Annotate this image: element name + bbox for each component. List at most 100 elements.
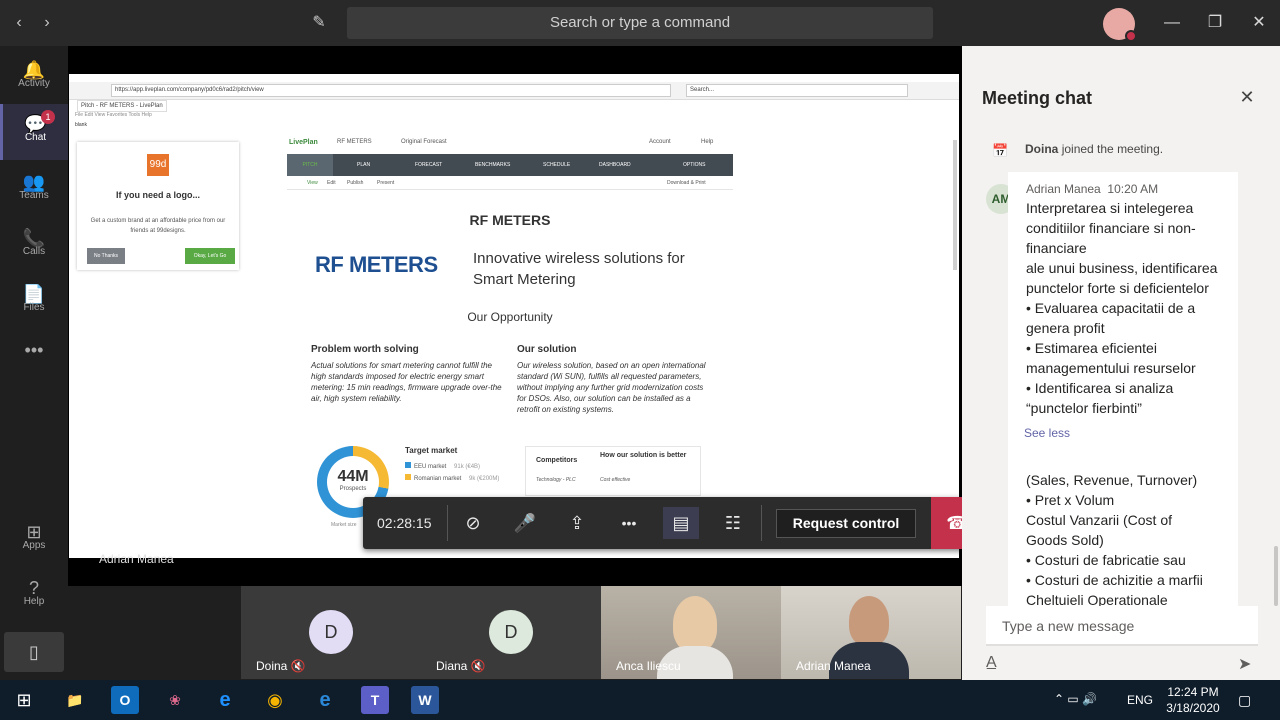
chat-scrollbar[interactable] xyxy=(1274,546,1278,606)
language-indicator[interactable]: ENG xyxy=(1127,693,1153,707)
rail-label: Calls xyxy=(22,246,46,257)
solution-text: Our wireless solution, based on an open … xyxy=(517,361,706,414)
target-item-label: EEU market xyxy=(414,464,447,470)
message-line: • Estimarea eficientei xyxy=(1026,340,1157,356)
rail-item-teams[interactable]: 👥 Teams xyxy=(0,162,68,218)
message-line: • Evaluarea capacitatii de a xyxy=(1026,300,1196,316)
message-line: Cheltuieli Operationale xyxy=(1026,592,1168,606)
back-icon[interactable]: ‹ xyxy=(8,12,30,34)
competitor-cell: Technology - PLC xyxy=(536,477,576,483)
help-menu: Help xyxy=(701,139,714,145)
word-icon[interactable]: W xyxy=(411,686,439,714)
forecast-select: Original Forecast xyxy=(401,139,447,145)
camera-off-icon[interactable]: ⊘ xyxy=(455,507,491,539)
title-bar: ‹ › ✎ Search or type a command — ❐ ✕ xyxy=(0,0,1280,46)
nav-benchmarks: BENCHMARKS xyxy=(475,162,511,168)
company-name: RF METERS xyxy=(337,139,372,145)
liveplan-subnav: View Edit Publish Present Download & Pri… xyxy=(287,176,733,190)
liveplan-page: LivePlan RF METERS Original Forecast Acc… xyxy=(287,134,735,554)
account-menu: Account xyxy=(649,139,671,145)
rail-label: Chat xyxy=(24,132,47,143)
rail-item-chat[interactable]: 💬 Chat 1 xyxy=(0,104,68,160)
teams-icon[interactable]: T xyxy=(361,686,389,714)
problem-heading: Problem worth solving xyxy=(311,344,419,355)
app-icon[interactable]: ❀ xyxy=(161,686,189,714)
message-line: financiare xyxy=(1026,240,1087,256)
format-icon[interactable]: A̲ xyxy=(986,654,997,672)
file-explorer-icon[interactable]: 📁 xyxy=(61,686,89,714)
help-icon: ? xyxy=(28,578,39,598)
liveplan-nav: PITCH PLAN FORECAST BENCHMARKS SCHEDULE … xyxy=(287,154,733,176)
user-avatar[interactable] xyxy=(1103,8,1137,42)
clock[interactable]: 12:24 PM 3/18/2020 xyxy=(1162,684,1224,716)
message-time: 10:20 AM xyxy=(1107,182,1159,196)
rail-item-help[interactable]: ? Help xyxy=(0,568,68,624)
maximize-icon[interactable]: ❐ xyxy=(1203,12,1227,34)
request-control-button[interactable]: Request control xyxy=(776,509,916,538)
participant-tile[interactable]: Adrian Manea xyxy=(781,586,961,679)
participant-name: Diana 🔇 xyxy=(436,659,486,673)
rail-item-files[interactable]: 📄 Files xyxy=(0,274,68,330)
screen-share: https://app.liveplan.com/company/pd0c6/r… xyxy=(69,74,959,558)
windows-start-icon[interactable]: ⊞ xyxy=(10,686,38,714)
rail-item-activity[interactable]: 🔔 Activity xyxy=(0,50,68,106)
chat-message[interactable]: Adrian Manea 10:20 AM Interpretarea si i… xyxy=(1008,172,1238,498)
mic-muted-icon: 🔇 xyxy=(470,659,486,673)
rail-item-more[interactable]: ••• xyxy=(0,330,68,386)
see-less-link[interactable]: See less xyxy=(1024,426,1220,440)
target-item: Romanian market 9k (€200M) xyxy=(405,474,499,482)
chat-message[interactable]: (Sales, Revenue, Turnover) • Pret x Volu… xyxy=(1008,460,1238,606)
edge-icon[interactable]: e xyxy=(311,686,339,714)
subnav-view: View xyxy=(307,180,318,186)
liveplan-brand: LivePlan xyxy=(289,139,318,146)
call-controls: 02:28:15 ⊘ 🎤 ⇪ ••• ▤ ☷ Request control ☎ xyxy=(363,497,984,549)
market-caption: Market size xyxy=(331,522,357,528)
participant-tile[interactable]: Anca Iliescu xyxy=(601,586,781,679)
browser-tab: Pitch - RF METERS - LivePlan xyxy=(77,100,167,112)
message-author: Adrian Manea xyxy=(1026,182,1101,196)
more-icon: ••• xyxy=(24,340,44,360)
call-timer: 02:28:15 xyxy=(377,515,432,531)
solution-heading: Our solution xyxy=(517,344,577,355)
better-header: How our solution is better xyxy=(600,452,687,459)
participant-tile[interactable]: D Diana 🔇 xyxy=(421,586,601,679)
logo-ad: 99d If you need a logo... Get a custom b… xyxy=(77,142,239,270)
chat-toggle-icon[interactable]: ▤ xyxy=(663,507,699,539)
message-line: conditiilor financiare si non- xyxy=(1026,220,1196,236)
share-screen-icon[interactable]: ⇪ xyxy=(559,507,595,539)
new-chat-icon[interactable]: ✎ xyxy=(308,12,330,34)
forward-icon[interactable]: › xyxy=(36,12,58,34)
close-icon[interactable]: ✕ xyxy=(1236,86,1258,108)
donut-value: 44M xyxy=(337,468,369,485)
ad-title: If you need a logo... xyxy=(115,190,200,200)
join-notice: Doina joined the meeting. xyxy=(1025,142,1163,156)
system-tray-icons[interactable]: ⌃ ▭ 🔊 xyxy=(1054,692,1097,706)
nav-forecast: FORECAST xyxy=(415,162,443,168)
target-item-label: Romanian market xyxy=(414,476,462,482)
more-actions-icon[interactable]: ••• xyxy=(611,507,647,539)
problem-text: Actual solutions for smart metering cann… xyxy=(311,361,502,403)
participant-tile[interactable]: D Doina 🔇 xyxy=(241,586,421,679)
ad-text: Get a custom brand at an affordable pric… xyxy=(90,218,226,234)
video-feed xyxy=(673,596,717,652)
notification-icon[interactable]: ▢ xyxy=(1238,692,1251,709)
target-item-value: 91k (€4B) xyxy=(454,464,481,470)
browser-toolbar: https://app.liveplan.com/company/pd0c6/r… xyxy=(69,82,959,100)
device-icon[interactable]: ▯ xyxy=(4,632,64,672)
message-input[interactable]: Type a new message xyxy=(986,606,1258,646)
rail-item-calls[interactable]: 📞 Calls xyxy=(0,218,68,274)
outlook-icon[interactable]: O xyxy=(111,686,139,714)
search-input[interactable]: Search or type a command xyxy=(347,7,933,39)
participants-icon[interactable]: ☷ xyxy=(715,507,751,539)
send-icon[interactable]: ➤ xyxy=(1238,654,1251,674)
chrome-icon[interactable]: ◉ xyxy=(261,686,289,714)
internet-explorer-icon[interactable]: e xyxy=(211,686,239,714)
rail-item-apps[interactable]: ⊞ Apps xyxy=(0,512,68,568)
minimize-icon[interactable]: — xyxy=(1160,12,1184,34)
legend-swatch xyxy=(405,462,411,468)
microphone-icon[interactable]: 🎤 xyxy=(507,507,543,539)
rail-label: Files xyxy=(23,302,45,313)
status-dot xyxy=(1125,30,1137,42)
participant-name: Doina 🔇 xyxy=(256,659,306,673)
close-icon[interactable]: ✕ xyxy=(1247,12,1271,34)
